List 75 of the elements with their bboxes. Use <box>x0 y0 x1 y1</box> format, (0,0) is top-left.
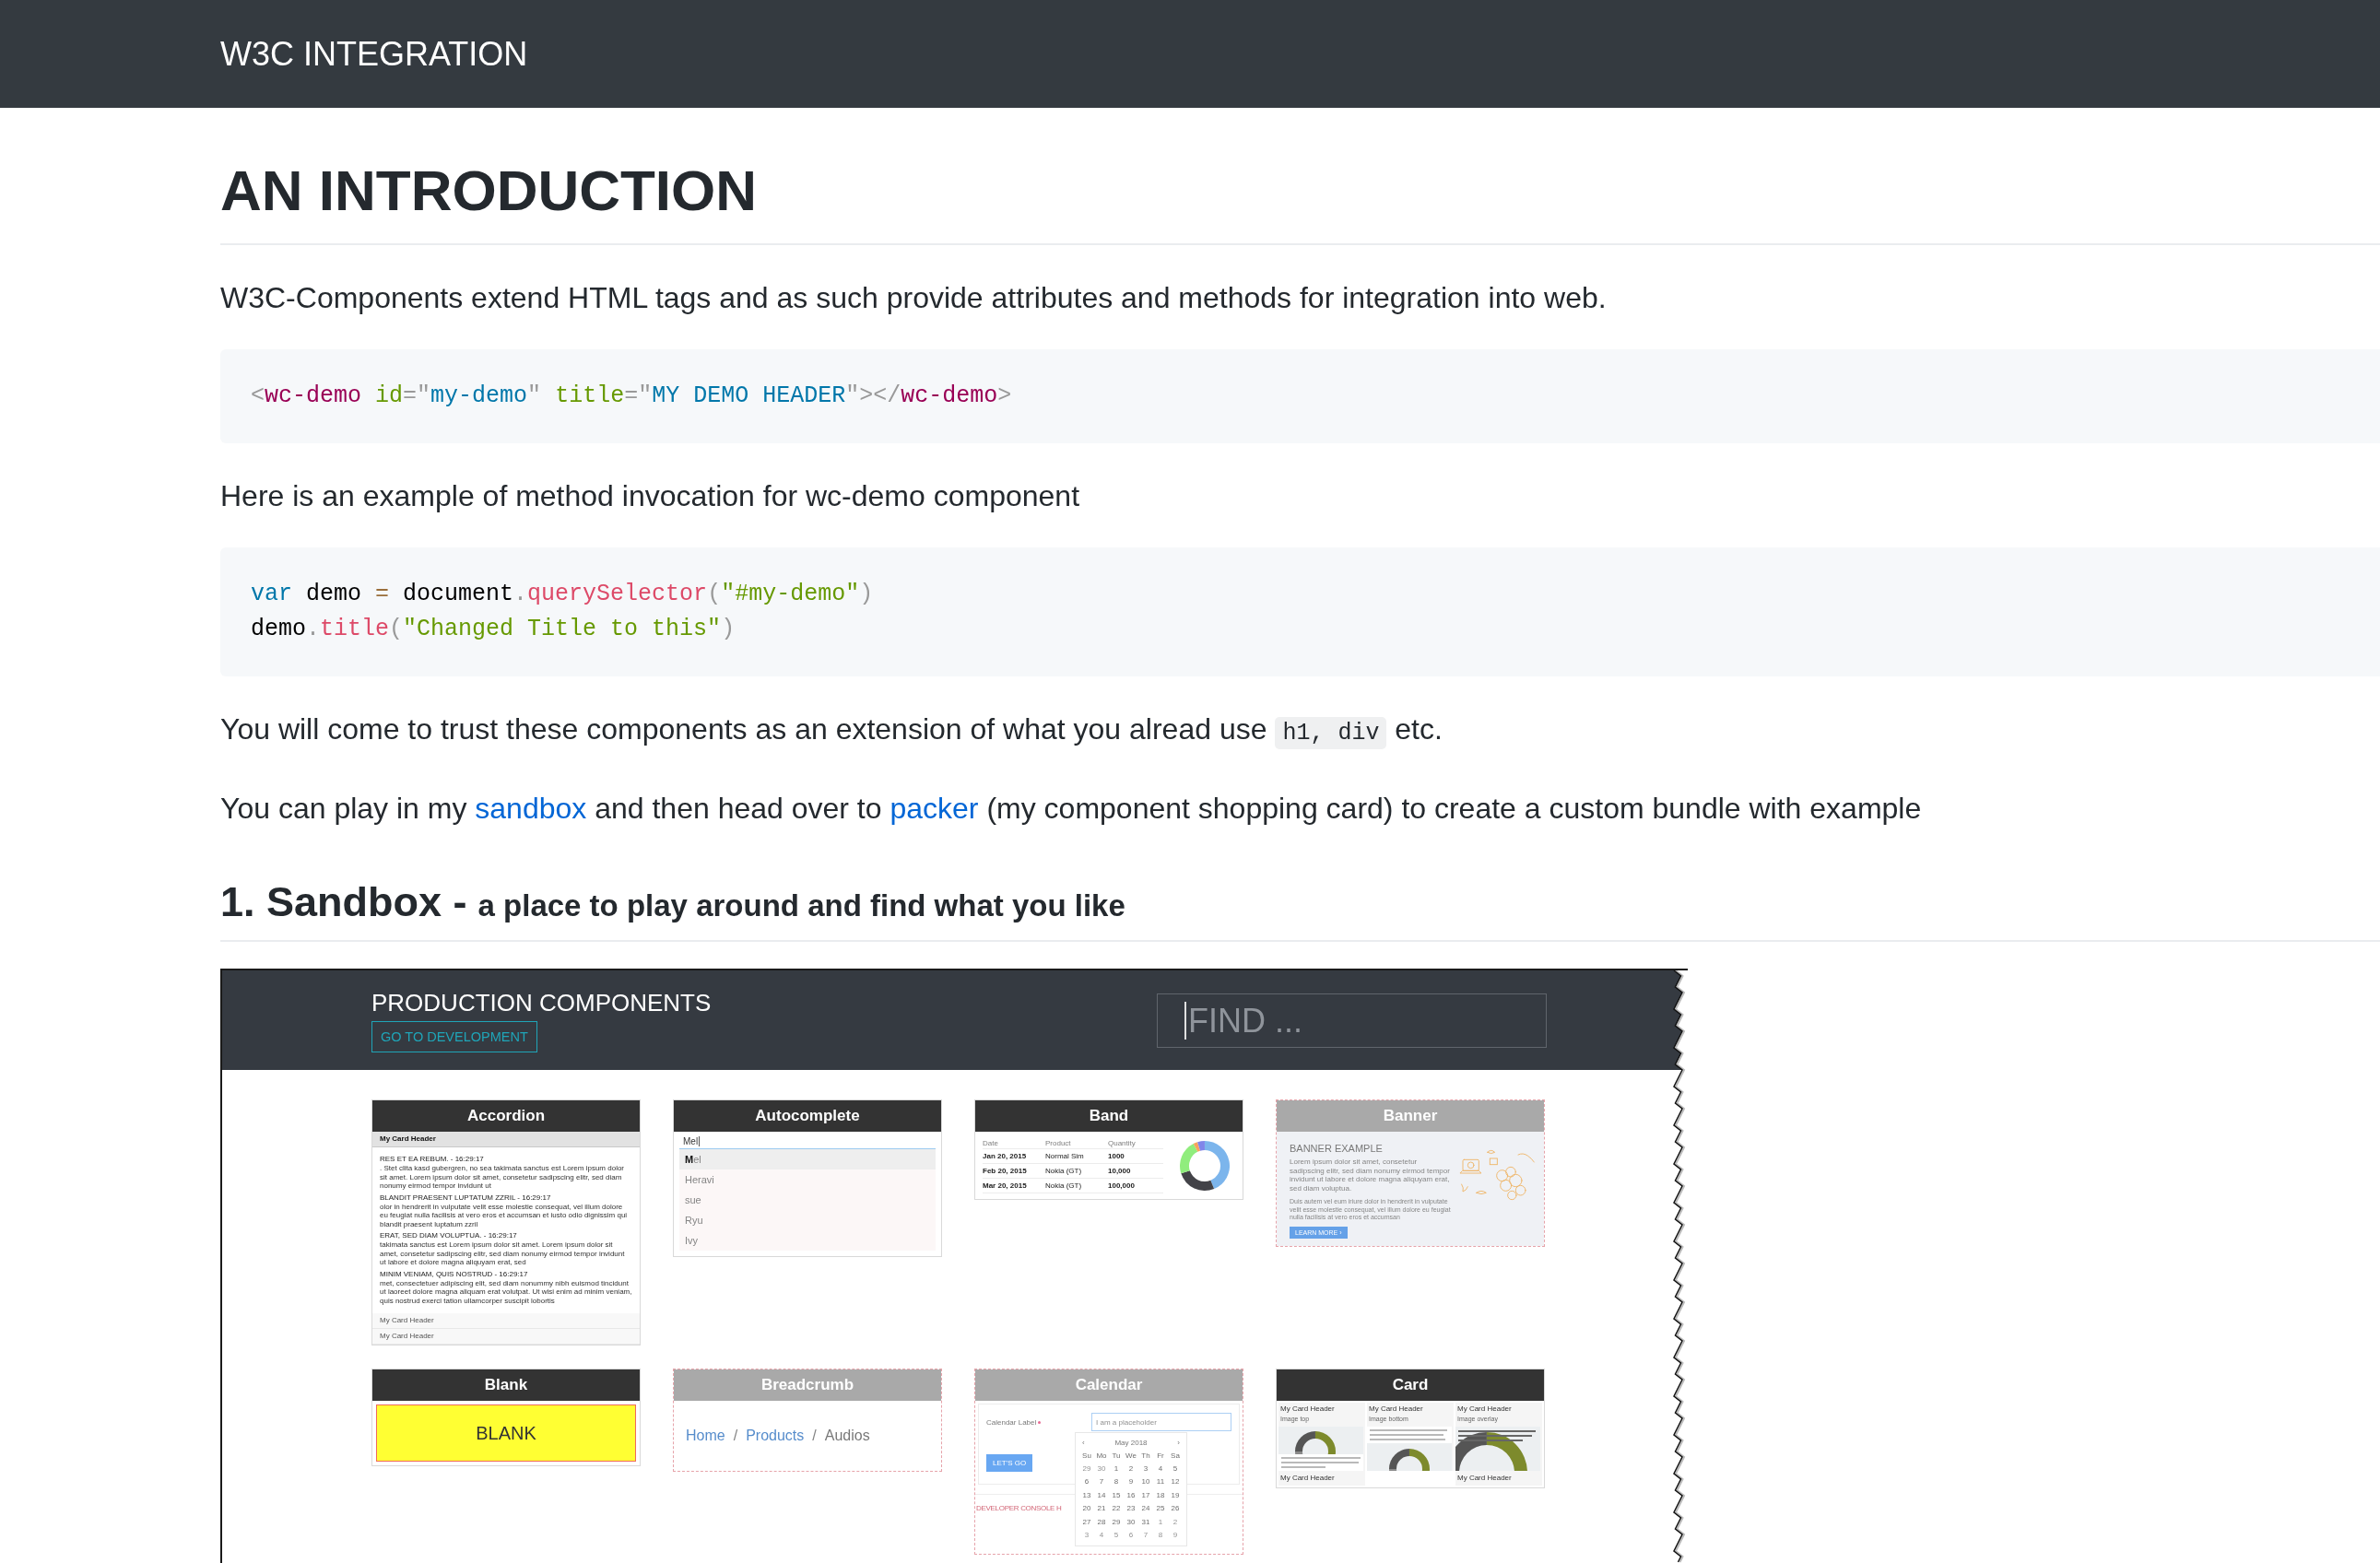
section-title: 1. Sandbox - <box>220 877 467 927</box>
table-cell-text: 1000 <box>1108 1152 1125 1160</box>
app-title: PRODUCTION COMPONENTS <box>371 989 712 1017</box>
code-line: var demo = document.querySelector("#my-demo") <box>251 580 874 609</box>
breadcrumb-current: Audios <box>824 1428 870 1444</box>
accordion-header[interactable]: My Card Header <box>372 1132 640 1147</box>
banner-text: Lorem ipsum dolor sit amet, consetetur sadipscing elitr, sed diam nonumy eirmod tempor invidunt ut labore et dolore magna aliquyam erat, sed diam voluptua. <box>1290 1158 1451 1193</box>
card-header: Calendar <box>975 1369 1243 1401</box>
link[interactable]: packer <box>890 792 979 825</box>
table-cell-text: Mar 20, 2015 <box>983 1181 1028 1190</box>
suggestion-option[interactable]: Ivy <box>679 1230 936 1251</box>
mini-card-footer: My Card Header <box>1278 1471 1365 1486</box>
blank-component-preview: BLANK <box>376 1404 636 1462</box>
weekday-label: Th <box>1141 1451 1150 1460</box>
mini-card-header: My Card Header <box>1369 1404 1423 1414</box>
breadcrumb-separator: / <box>812 1428 817 1444</box>
weekday-label: Su <box>1082 1451 1091 1460</box>
month-label: May 2018 <box>1114 1438 1148 1447</box>
accordion-header[interactable]: My Card Header <box>372 1313 640 1329</box>
entry-title: MINIM VENIAM, QUIS NOSTRUD - 16:29:17 <box>380 1269 529 1279</box>
paragraph: Here is an example of method invocation for wc-demo component <box>220 478 1080 514</box>
banner-heading: BANNER EXAMPLE <box>1290 1143 1383 1155</box>
weekday-label: We <box>1125 1451 1137 1460</box>
paragraph: You will come to trust these components as an extension of what you alread use h1, div etc. <box>220 707 1443 756</box>
weekday-label: Tu <box>1112 1451 1121 1460</box>
card-header: Accordion <box>372 1100 640 1132</box>
text-cursor-icon <box>1184 1002 1186 1040</box>
card-header: Card <box>1277 1369 1544 1401</box>
console-heading: DEVELOPER CONSOLE H <box>975 1504 1062 1512</box>
table-cell-text: Nokia (GT) <box>1045 1167 1083 1175</box>
card-header: Band <box>975 1100 1243 1132</box>
weekday-label: Sa <box>1171 1451 1180 1460</box>
table-cell-text: Nokia (GT) <box>1045 1181 1083 1190</box>
go-to-development-button[interactable]: GO TO DEVELOPMENT <box>371 1021 537 1052</box>
suggestion-option[interactable]: Heravi <box>679 1169 936 1190</box>
navbar-title: W3C INTEGRATION <box>220 34 528 74</box>
column-header: Date <box>983 1138 999 1147</box>
suggestion-option[interactable]: sue <box>679 1190 936 1210</box>
table-cell-text: Feb 20, 2015 <box>983 1167 1028 1175</box>
table-cell-text: 10,000 <box>1108 1167 1132 1175</box>
table-cell-text: Normal Sim <box>1045 1152 1085 1160</box>
entry-text: olor in hendrerit in vulputate velit esse molestie consequat, vel illum dolore eu feugiat nulla facilisis at vero eros et accumsan et iusto odio dignissim qui blandit praesent luptatum zzril <box>380 1202 629 1228</box>
code-line: <wc-demo id="my-demo" title="MY DEMO HEADER"></wc-demo> <box>251 382 1012 411</box>
suggestion-option[interactable]: Mel <box>679 1149 936 1169</box>
breadcrumb-separator: / <box>733 1428 738 1444</box>
table-cell-text: 100,000 <box>1108 1181 1136 1190</box>
section-subtitle: a place to play around and find what you like <box>477 887 1125 924</box>
accordion-header[interactable]: My Card Header <box>372 1329 640 1345</box>
code-line: demo.title("Changed Title to this") <box>251 615 736 644</box>
suggestion-option[interactable]: Ryu <box>679 1210 936 1230</box>
card-header: Blank <box>372 1369 640 1401</box>
entry-title: ERAT, SED DIAM VOLUPTUA. - 16:29:17 <box>380 1231 518 1240</box>
entry-title: BLANDIT PRAESENT LUPTATUM ZZRIL - 16:29:17 <box>380 1193 552 1203</box>
card-header: Autocomplete <box>674 1100 941 1132</box>
mini-card-footer: My Card Header <box>1455 1471 1542 1486</box>
weekday-label: Fr <box>1157 1451 1164 1460</box>
card-header: Banner <box>1277 1100 1544 1132</box>
mini-card-header: My Card Header <box>1280 1404 1335 1414</box>
paragraph: W3C-Components extend HTML tags and as such provide attributes and methods for integration into web. <box>220 280 1607 316</box>
text-cursor-icon <box>699 1136 701 1146</box>
card-header: Breadcrumb <box>674 1369 941 1401</box>
weekday-label: Mo <box>1096 1451 1107 1460</box>
column-header: Quantity <box>1108 1138 1137 1147</box>
entry-text: . Stet clita kasd gubergren, no sea takimata sanctus est Lorem ipsum dolor sit amet. Lorem ipsum dolor sit amet, consetetur sadipscing elitr, sed diam nonumy eirmod tempor invidunt ut <box>380 1164 626 1191</box>
link[interactable]: sandbox <box>475 792 587 825</box>
field-label: Calendar Label <box>986 1417 1037 1427</box>
entry-text: takimata sanctus est Lorem ipsum dolor sit amet. Lorem ipsum dolor sit amet, consetetur sadipscing elitr, sed diam nonumy eirmod tempor invidunt ut labore et dolore magna aliquyam erat, sed <box>380 1240 626 1267</box>
page-heading: AN INTRODUCTION <box>220 158 758 224</box>
entry-text: met, consectetuer adipiscing elit, sed diam nonummy nibh euismod tincidunt ut laoreet dolore magna aliquam erat volutpat. Ut wisi enim ad minim veniam, quis nostrud exerci tation ullamcorper suscipit lobortis <box>380 1278 632 1305</box>
paragraph: You can play in my sandbox and then head over to packer (my component shopping card) to create a custom bundle with example <box>220 791 1922 827</box>
mini-card-header: My Card Header <box>1457 1404 1512 1414</box>
column-header: Product <box>1045 1138 1072 1147</box>
entry-title: RES ET EA REBUM. - 16:29:17 <box>380 1155 485 1164</box>
table-cell-text: Jan 20, 2015 <box>983 1152 1028 1160</box>
search-field[interactable]: FIND ... <box>1157 993 1547 1048</box>
